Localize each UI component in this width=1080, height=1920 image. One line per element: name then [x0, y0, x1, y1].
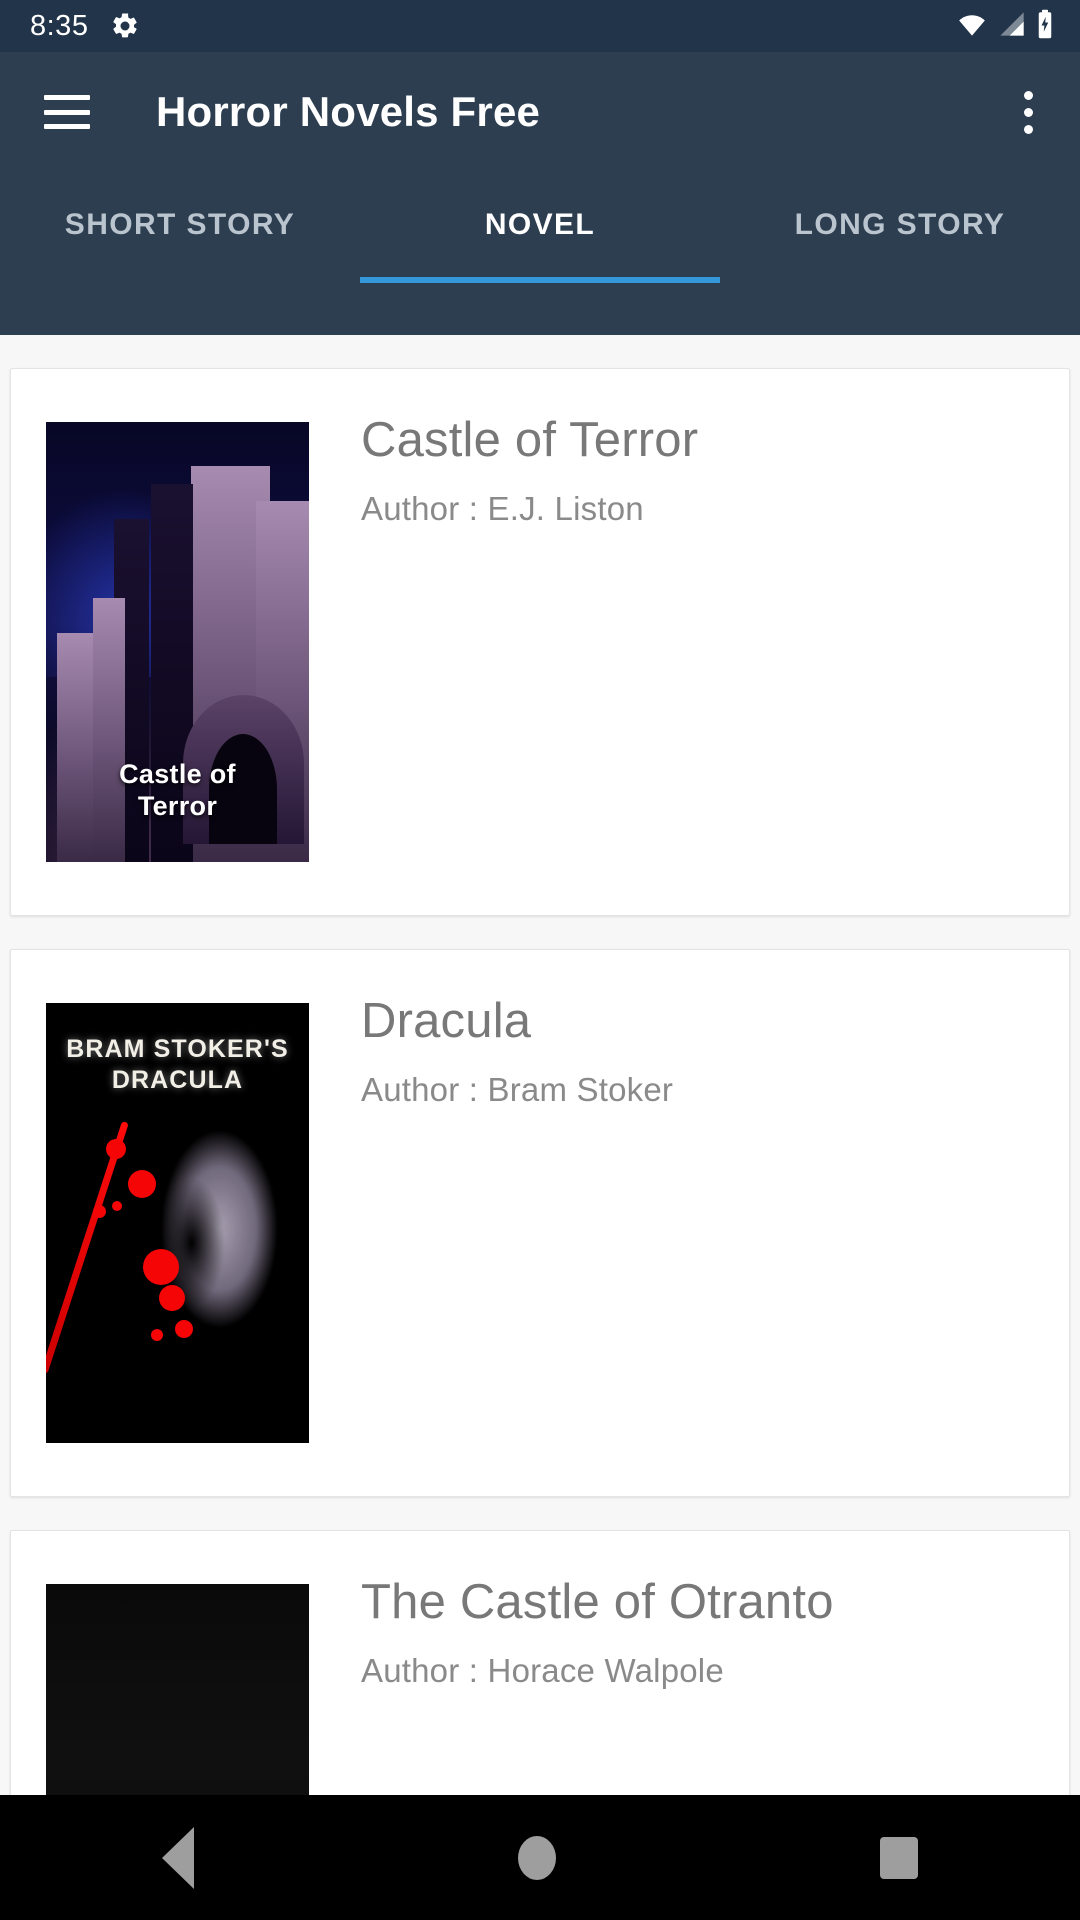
cover-blood-drop — [93, 1205, 107, 1219]
book-list[interactable]: Castle of Terror Castle of Terror Author… — [0, 335, 1080, 1795]
system-navigation-bar — [0, 1795, 1080, 1920]
book-cover-image: Castle of Terror — [46, 422, 309, 862]
cover-title-text: Castle of Terror — [46, 759, 309, 823]
list-top-spacer — [0, 335, 1080, 368]
home-circle-icon[interactable] — [518, 1835, 556, 1880]
cover-title-line-1: BRAM STOKER'S — [66, 1034, 289, 1063]
cover-blood-drop — [159, 1284, 186, 1311]
cover-title-line-2: DRACULA — [111, 1066, 244, 1095]
tab-short-story-label: SHORT STORY — [64, 207, 296, 241]
cover-blood-drop — [174, 1319, 193, 1338]
book-author: Author : Bram Stoker — [361, 1070, 674, 1108]
cover-title-line-2: Terror — [137, 790, 218, 821]
book-title: Dracula — [361, 994, 532, 1048]
list-item[interactable]: Castle of Terror Castle of Terror Author… — [10, 368, 1070, 916]
recents-square-icon[interactable] — [880, 1836, 918, 1879]
book-cover-image — [46, 1584, 309, 1795]
list-separator — [0, 1497, 1080, 1530]
tab-short-story[interactable]: SHORT STORY — [0, 172, 360, 283]
book-info: The Castle of Otranto Author : Horace Wa… — [309, 1531, 1069, 1690]
tab-long-story[interactable]: LONG STORY — [720, 172, 1080, 283]
cover-blood-drop — [111, 1201, 122, 1211]
book-info: Dracula Author : Bram Stoker — [309, 950, 1069, 1109]
tab-selection-indicator — [360, 277, 720, 283]
book-author: Author : E.J. Liston — [361, 489, 644, 527]
book-title: The Castle of Otranto — [361, 1575, 834, 1629]
back-triangle-icon[interactable] — [162, 1826, 194, 1889]
cover-blood-drop — [151, 1328, 164, 1341]
status-bar: 8:35 — [0, 0, 1080, 52]
cover-title-text: BRAM STOKER'S DRACULA — [46, 1034, 309, 1097]
gear-icon — [110, 11, 140, 41]
book-title: Castle of Terror — [361, 413, 699, 467]
status-time: 8:35 — [30, 9, 89, 42]
cover-blood-drop — [106, 1139, 127, 1160]
wifi-icon — [956, 10, 988, 43]
list-item[interactable]: The Castle of Otranto Author : Horace Wa… — [10, 1530, 1070, 1795]
status-icons-group — [956, 9, 1054, 44]
hamburger-menu-icon[interactable] — [44, 95, 90, 129]
cover-title-line-1: Castle of — [119, 758, 236, 789]
tab-bar: SHORT STORY NOVEL LONG STORY — [0, 172, 1080, 283]
book-cover-image: BRAM STOKER'S DRACULA — [46, 1003, 309, 1443]
tab-novel[interactable]: NOVEL — [360, 172, 720, 283]
book-author: Author : Horace Walpole — [361, 1651, 724, 1689]
app-bar-top-row: Horror Novels Free — [0, 52, 1080, 172]
cover-roofline — [46, 1584, 309, 1795]
battery-charging-icon — [1036, 9, 1054, 44]
overflow-menu-icon[interactable] — [1006, 86, 1050, 138]
list-separator — [0, 916, 1080, 949]
cover-face-shape — [145, 1126, 294, 1355]
list-item[interactable]: BRAM STOKER'S DRACULA Dracula Author : B… — [10, 949, 1070, 1497]
book-info: Castle of Terror Author : E.J. Liston — [309, 369, 1069, 528]
signal-icon — [997, 10, 1027, 43]
page-title: Horror Novels Free — [156, 88, 541, 135]
cover-blood-drop — [127, 1170, 156, 1199]
tab-novel-label: NOVEL — [484, 207, 596, 241]
tab-long-story-label: LONG STORY — [794, 207, 1006, 241]
